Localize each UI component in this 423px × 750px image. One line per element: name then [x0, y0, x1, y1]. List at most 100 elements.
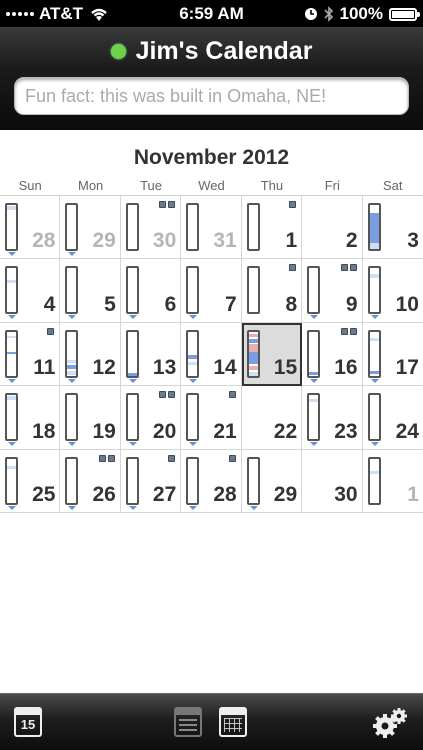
day-cell[interactable]: 19: [60, 386, 121, 450]
day-cell[interactable]: 6: [120, 259, 182, 323]
day-cell[interactable]: 10: [362, 259, 423, 323]
day-cell[interactable]: 4: [0, 259, 61, 323]
day-number: 19: [92, 419, 116, 443]
day-event-bar: [125, 456, 139, 505]
day-event-bar: [186, 456, 200, 505]
day-number: 17: [395, 356, 419, 380]
day-number: 27: [152, 483, 177, 506]
event-marker-icon: [107, 454, 115, 462]
day-cell[interactable]: 9: [302, 259, 363, 323]
day-number: 13: [152, 356, 177, 380]
weekday-header: Sun Mon Tue Wed Thu Fri Sat: [0, 178, 423, 193]
day-number: 6: [164, 292, 177, 316]
event-markers: [159, 391, 176, 399]
day-cell[interactable]: 14: [181, 322, 242, 387]
list-view-icon: [174, 707, 202, 737]
event-segment: [188, 361, 198, 365]
day-cell[interactable]: 21: [181, 386, 242, 450]
day-cell[interactable]: 11: [0, 322, 61, 387]
event-markers: [289, 264, 297, 272]
day-event-bar: [65, 266, 79, 315]
day-cell[interactable]: 27: [120, 449, 182, 513]
day-number: 28: [32, 229, 56, 253]
day-event-bar: [307, 266, 321, 315]
today-button[interactable]: 15: [14, 704, 44, 738]
settings-button[interactable]: [371, 706, 409, 740]
bottom-toolbar: 15: [0, 693, 423, 750]
day-number: 14: [213, 356, 237, 380]
day-event-bar: [367, 203, 381, 251]
day-cell[interactable]: 2: [302, 196, 363, 260]
day-number: 31: [213, 229, 237, 253]
event-marker-icon: [98, 454, 106, 462]
day-cell[interactable]: 28: [181, 449, 242, 513]
day-cell[interactable]: 25: [0, 449, 61, 513]
day-event-bar: [65, 456, 79, 505]
expand-caret-icon: [128, 315, 137, 320]
day-event-bar: [125, 266, 139, 315]
day-cell[interactable]: 20: [120, 386, 182, 450]
list-view-button[interactable]: [174, 704, 204, 738]
day-cell[interactable]: 12: [60, 322, 121, 387]
day-cell[interactable]: 3: [362, 196, 423, 260]
day-cell[interactable]: 24: [362, 386, 423, 450]
day-event-bar: [246, 329, 260, 378]
event-markers: [98, 454, 115, 462]
day-number: 22: [273, 419, 298, 443]
day-event-bar: [5, 266, 18, 315]
event-segment: [309, 371, 319, 375]
day-cell[interactable]: 31: [181, 196, 242, 260]
day-cell[interactable]: 28: [0, 196, 61, 260]
day-cell[interactable]: 22: [241, 386, 303, 450]
day-event-bar: [186, 393, 200, 442]
event-marker-icon: [168, 391, 176, 399]
day-number: 8: [285, 292, 298, 316]
day-cell[interactable]: 30: [302, 449, 363, 513]
online-status-icon: [110, 44, 126, 59]
day-number: 4: [43, 292, 56, 316]
expand-caret-icon: [8, 252, 16, 256]
expand-caret-icon: [8, 315, 16, 320]
day-cell[interactable]: 18: [0, 386, 61, 450]
day-cell[interactable]: 13: [120, 322, 182, 387]
day-event-bar: [367, 456, 381, 505]
settings-gear-icon: [373, 708, 407, 738]
day-event-bar: [125, 393, 139, 442]
event-markers: [168, 454, 176, 462]
day-number: 3: [407, 229, 419, 253]
status-bar: AT&T 6:59 AM 100%: [0, 0, 423, 27]
day-cell-today[interactable]: 15: [241, 322, 303, 387]
day-event-bar: [125, 329, 139, 378]
day-cell[interactable]: 7: [181, 259, 242, 323]
day-cell[interactable]: 30: [120, 196, 182, 260]
day-number: 11: [33, 356, 56, 380]
app-header: Jim's Calendar: [0, 27, 423, 130]
day-cell[interactable]: 29: [60, 196, 121, 260]
title-row: Jim's Calendar: [0, 37, 423, 66]
day-number: 24: [395, 419, 419, 443]
day-cell[interactable]: 23: [302, 386, 363, 450]
month-view-button[interactable]: [219, 704, 249, 738]
day-number: 9: [345, 292, 358, 316]
expand-caret-icon: [189, 378, 198, 383]
day-number: 28: [213, 483, 237, 506]
event-segment: [127, 372, 137, 376]
day-cell[interactable]: 29: [241, 449, 303, 513]
day-cell[interactable]: 16: [302, 322, 363, 387]
expand-caret-icon: [68, 378, 77, 383]
event-markers: [289, 201, 297, 208]
day-cell[interactable]: 1: [362, 450, 423, 513]
weekday-label: Sat: [382, 178, 403, 193]
day-cell[interactable]: 17: [362, 323, 423, 387]
day-cell[interactable]: 5: [60, 259, 121, 323]
day-number: 30: [334, 483, 358, 506]
event-markers: [47, 327, 55, 335]
day-event-bar: [246, 203, 260, 251]
day-cell[interactable]: 1: [241, 196, 303, 260]
search-input[interactable]: [14, 77, 409, 115]
day-cell[interactable]: 8: [241, 259, 303, 323]
day-number: 10: [395, 292, 419, 316]
expand-caret-icon: [310, 315, 319, 320]
expand-caret-icon: [370, 315, 379, 320]
day-cell[interactable]: 26: [60, 449, 121, 513]
